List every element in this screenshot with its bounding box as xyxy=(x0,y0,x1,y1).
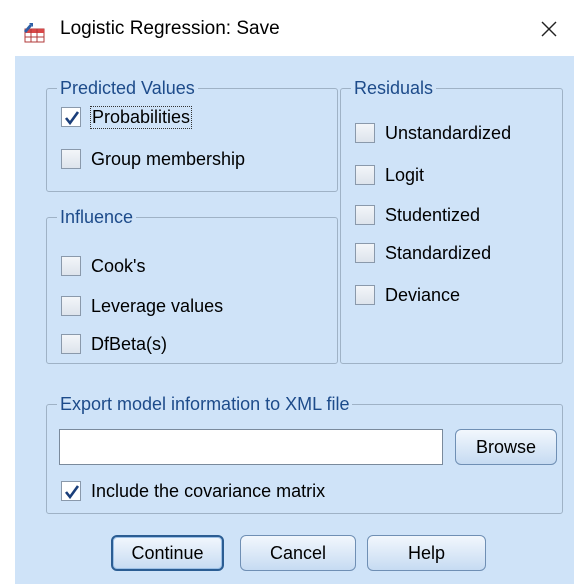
deviance-option[interactable]: Deviance xyxy=(355,281,460,309)
help-button[interactable]: Help xyxy=(367,535,486,571)
unstandardized-option[interactable]: Unstandardized xyxy=(355,119,511,147)
influence-group: Influence Cook's Leverage values DfBeta(… xyxy=(46,206,338,364)
residuals-group: Residuals Unstandardized Logit Studentiz… xyxy=(340,77,563,364)
studentized-checkbox[interactable] xyxy=(355,205,375,225)
group-membership-checkbox[interactable] xyxy=(61,149,81,169)
deviance-checkbox[interactable] xyxy=(355,285,375,305)
include-covariance-checkbox[interactable] xyxy=(61,481,81,501)
probabilities-label: Probabilities xyxy=(89,105,193,129)
standardized-checkbox[interactable] xyxy=(355,243,375,263)
dfbeta-checkbox[interactable] xyxy=(61,334,81,354)
leverage-values-option[interactable]: Leverage values xyxy=(61,292,223,320)
group-membership-label: Group membership xyxy=(91,148,246,169)
dfbeta-option[interactable]: DfBeta(s) xyxy=(61,330,167,358)
title-bar: Logistic Regression: Save xyxy=(0,0,574,56)
leverage-values-checkbox[interactable] xyxy=(61,296,81,316)
probabilities-checkbox[interactable] xyxy=(61,107,81,127)
window-title: Logistic Regression: Save xyxy=(60,18,280,39)
studentized-option[interactable]: Studentized xyxy=(355,201,480,229)
unstandardized-label: Unstandardized xyxy=(385,122,512,143)
cancel-label: Cancel xyxy=(269,542,327,563)
include-covariance-label: Include the covariance matrix xyxy=(91,480,326,501)
leverage-values-label: Leverage values xyxy=(91,295,224,316)
cooks-option[interactable]: Cook's xyxy=(61,252,145,280)
studentized-label: Studentized xyxy=(385,204,481,225)
browse-label: Browse xyxy=(475,436,537,457)
spss-dataset-icon xyxy=(22,20,46,44)
close-icon xyxy=(541,21,557,37)
predicted-values-legend: Predicted Values xyxy=(57,77,198,99)
checkmark-icon xyxy=(64,485,80,500)
cooks-checkbox[interactable] xyxy=(61,256,81,276)
predicted-values-group: Predicted Values Probabilities Group mem… xyxy=(46,77,338,192)
dfbeta-label: DfBeta(s) xyxy=(91,333,168,354)
xml-file-path-input[interactable] xyxy=(59,429,443,465)
export-xml-group: Export model information to XML file Bro… xyxy=(46,393,563,514)
logit-option[interactable]: Logit xyxy=(355,161,424,189)
dialog-body: Predicted Values Probabilities Group mem… xyxy=(15,56,574,584)
logistic-regression-save-dialog: Logistic Regression: Save Predicted Valu… xyxy=(0,0,574,584)
logit-label: Logit xyxy=(385,164,425,185)
close-button[interactable] xyxy=(534,14,564,44)
include-covariance-option[interactable]: Include the covariance matrix xyxy=(61,477,325,505)
logit-checkbox[interactable] xyxy=(355,165,375,185)
export-xml-legend: Export model information to XML file xyxy=(57,393,353,415)
help-label: Help xyxy=(407,542,446,563)
standardized-label: Standardized xyxy=(385,242,492,263)
residuals-legend: Residuals xyxy=(351,77,437,99)
checkmark-icon xyxy=(64,111,80,126)
probabilities-option[interactable]: Probabilities xyxy=(61,103,193,131)
continue-label: Continue xyxy=(131,542,204,563)
deviance-label: Deviance xyxy=(385,284,461,305)
influence-legend: Influence xyxy=(57,206,137,228)
group-membership-option[interactable]: Group membership xyxy=(61,145,245,173)
cancel-button[interactable]: Cancel xyxy=(240,535,356,571)
standardized-option[interactable]: Standardized xyxy=(355,239,491,267)
cooks-label: Cook's xyxy=(91,255,146,276)
browse-button[interactable]: Browse xyxy=(455,429,557,465)
continue-button[interactable]: Continue xyxy=(111,535,224,571)
unstandardized-checkbox[interactable] xyxy=(355,123,375,143)
